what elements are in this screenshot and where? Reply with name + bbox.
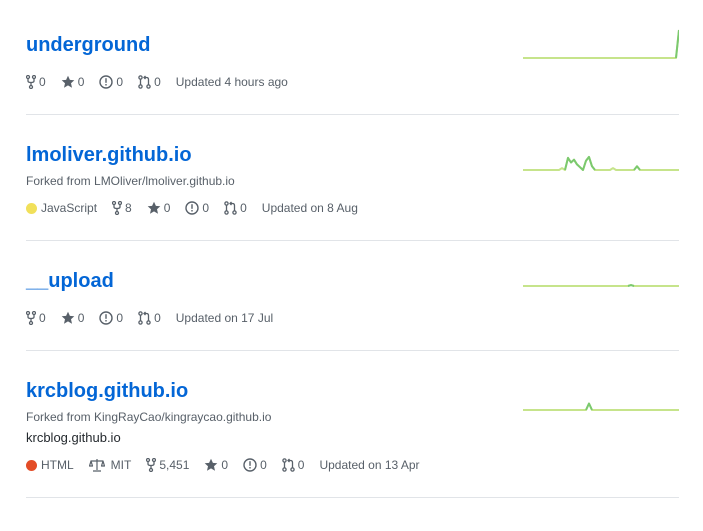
sparkline-peak (627, 284, 635, 287)
sparkline-path (523, 284, 679, 287)
forks-value: 0 (39, 311, 46, 325)
pull-request-icon (138, 75, 151, 89)
pulls-count[interactable]: 0 (281, 458, 305, 472)
repo-meta: HTML MIT 5,451 0 0 0 Updated on 13 Apr (26, 457, 435, 473)
forks-value: 8 (125, 201, 132, 215)
repo-name-link[interactable]: krcblog.github.io (26, 379, 188, 403)
activity-sparkline (523, 155, 679, 171)
language-label: HTML (41, 458, 74, 472)
stars-count[interactable]: 0 (204, 458, 228, 472)
star-icon (61, 311, 74, 324)
stars-count[interactable]: 0 (61, 75, 85, 89)
pull-request-icon (281, 458, 295, 472)
updated-time: Updated on 13 Apr (319, 458, 420, 472)
repo-meta: JavaScript 8 0 0 0 Updated on 8 Aug (26, 200, 373, 216)
stars-value: 0 (77, 311, 85, 325)
issues-count[interactable]: 0 (185, 201, 209, 215)
forks-value: 5,451 (159, 458, 190, 472)
pulls-count[interactable]: 0 (224, 201, 247, 215)
repo-description: krcblog.github.io (26, 430, 121, 445)
sparkline-peak (564, 155, 641, 171)
forks-count[interactable]: 0 (26, 311, 46, 325)
fork-icon (26, 311, 36, 325)
sparkline-path (523, 155, 679, 171)
repo-item: krcblog.github.io Forked from KingRayCao… (26, 350, 679, 498)
repo-meta: 0 0 0 0 Updated 4 hours ago (26, 74, 303, 90)
language-label: JavaScript (41, 201, 98, 215)
activity-sparkline (523, 29, 679, 59)
pulls-count[interactable]: 0 (138, 75, 161, 89)
forks-count[interactable]: 5,451 (146, 458, 189, 472)
pull-request-icon (224, 201, 237, 215)
forks-count[interactable]: 8 (112, 201, 132, 215)
stars-value: 0 (221, 458, 229, 472)
pull-request-icon (138, 311, 151, 325)
fork-icon (26, 75, 36, 89)
updated-time: Updated 4 hours ago (175, 75, 288, 89)
issues-count[interactable]: 0 (243, 458, 267, 472)
sparkline-path (523, 402, 679, 411)
pulls-value: 0 (240, 201, 247, 215)
stars-value: 0 (77, 75, 85, 89)
license-info: MIT (88, 458, 132, 472)
updated-time: Updated on 8 Aug (261, 201, 358, 215)
issue-icon (99, 311, 114, 325)
issues-value: 0 (260, 458, 267, 472)
activity-sparkline (523, 284, 679, 287)
issue-icon (99, 75, 114, 89)
issues-value: 0 (116, 311, 124, 325)
language-color-dot (26, 459, 37, 471)
star-icon (61, 75, 74, 88)
repo-language: JavaScript (26, 201, 97, 215)
updated-time: Updated on 17 Jul (175, 311, 274, 325)
star-icon (147, 201, 161, 214)
repo-item: underground 0 0 0 0 Updated 4 hours ago (26, 0, 679, 115)
repo-item: lmoliver.github.io Forked from LMOliver/… (26, 114, 679, 241)
language-color-dot (26, 202, 37, 214)
repo-item: __upload 0 0 0 0 Updated on 17 Jul (26, 240, 679, 351)
star-icon (205, 458, 218, 471)
stars-count[interactable]: 0 (147, 201, 171, 215)
forks-value: 0 (39, 75, 46, 89)
issues-count[interactable]: 0 (99, 75, 123, 89)
repo-name-link[interactable]: lmoliver.github.io (26, 143, 192, 167)
activity-sparkline (523, 402, 679, 411)
repo-meta: 0 0 0 0 Updated on 17 Jul (26, 310, 288, 326)
issues-value: 0 (116, 75, 124, 89)
fork-icon (112, 201, 123, 215)
pulls-value: 0 (154, 75, 161, 89)
forked-from-text[interactable]: Forked from KingRayCao/kingraycao.github… (26, 410, 271, 424)
forked-from-text[interactable]: Forked from LMOliver/lmoliver.github.io (26, 174, 235, 188)
law-scale-icon (88, 459, 105, 472)
pulls-count[interactable]: 0 (138, 311, 161, 325)
repo-language: HTML (26, 458, 74, 472)
license-label: MIT (110, 458, 132, 472)
issues-count[interactable]: 0 (99, 311, 123, 325)
forks-count[interactable]: 0 (26, 75, 46, 89)
issue-icon (185, 201, 200, 215)
sparkline-peak (585, 402, 593, 411)
pulls-value: 0 (154, 311, 161, 325)
pulls-value: 0 (297, 458, 305, 472)
stars-count[interactable]: 0 (61, 311, 85, 325)
sparkline-path (523, 29, 679, 59)
repo-name-link[interactable]: underground (26, 33, 150, 57)
issue-icon (243, 458, 257, 472)
sparkline-peak (675, 29, 679, 59)
issues-value: 0 (202, 201, 210, 215)
fork-icon (146, 458, 157, 472)
stars-value: 0 (163, 201, 171, 215)
repo-name-link[interactable]: __upload (26, 269, 114, 293)
